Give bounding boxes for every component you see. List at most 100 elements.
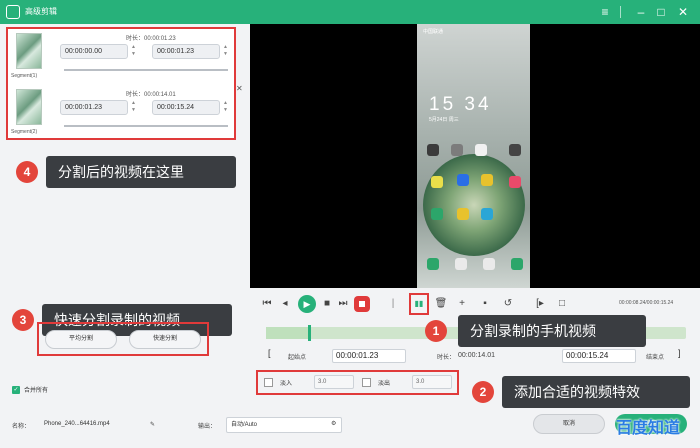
end-point-field[interactable]: 00:00:15.24 — [562, 349, 636, 363]
step-badge-1: 1 — [425, 320, 447, 342]
segment-end-field[interactable]: 00:00:01.23 — [152, 44, 220, 59]
window-title: 高级剪辑 — [25, 7, 57, 16]
segment-duration-value: 00:00:01.23 — [144, 36, 176, 42]
start-point-field[interactable]: 00:00:01.23 — [332, 349, 406, 363]
mark-out-icon[interactable]: □ — [555, 297, 569, 311]
fade-out-field[interactable]: 3.0 — [412, 375, 452, 389]
mark-in-icon[interactable]: [▸ — [533, 297, 547, 311]
output-label: 输出： — [198, 424, 217, 430]
segment-name: Segment(2) — [11, 129, 38, 135]
split-buttons-group: 平均分割 快速分割 — [37, 322, 209, 356]
app-icon — [457, 174, 469, 186]
quick-split-button[interactable]: 快速分割 — [129, 330, 201, 349]
fade-out-label: 淡出 — [378, 381, 391, 387]
segment-thumbnail — [16, 89, 42, 125]
end-point-label: 结束点 — [646, 355, 665, 361]
watermark-logo: 百度知道 — [616, 420, 681, 437]
segment-progress — [64, 125, 228, 127]
dock-app-icon — [483, 258, 495, 270]
video-preview[interactable]: 中国联通 15 34 5月24日 周三 — [250, 24, 700, 288]
fade-effects-group: 淡入 3.0 淡出 3.0 — [256, 370, 459, 395]
fade-in-label: 淡入 — [280, 381, 293, 387]
split-icon[interactable]: ▮▮ — [412, 297, 426, 311]
output-path-field[interactable]: 自动/Auto — [226, 417, 342, 433]
stop-icon[interactable]: ■ — [320, 297, 334, 311]
callout-4: 分割后的视频在这里 — [46, 156, 236, 188]
app-icon — [451, 144, 463, 156]
wallpaper-disc — [423, 154, 525, 256]
title-bar: 高级剪辑 ≡ – □ ✕ — [0, 0, 700, 24]
segment-progress — [64, 69, 228, 71]
segment-duration: 时长：00:00:01.23 — [126, 33, 176, 42]
callout-1: 分割录制的手机视频 — [458, 315, 646, 347]
close-icon[interactable]: ✕ — [674, 3, 692, 21]
dock-app-icon — [455, 258, 467, 270]
app-icon — [509, 144, 521, 156]
segment-start-field[interactable]: 00:00:01.23 — [60, 100, 128, 115]
maximize-icon[interactable]: □ — [652, 3, 670, 21]
segment-duration-label: 时长： — [126, 36, 145, 42]
checkbox-checked-icon[interactable]: ✓ — [12, 386, 20, 395]
spinner-arrows-icon[interactable]: ▲ ▼ — [221, 100, 230, 115]
merge-all-label: 合并所有 — [24, 388, 49, 394]
segment-item[interactable]: Segment(1) 时长：00:00:01.23 00:00:00.00 ▲ ▼… — [8, 29, 234, 83]
segment-name: Segment(1) — [11, 73, 38, 79]
segment-thumbnail — [16, 33, 42, 69]
app-icon — [475, 144, 487, 156]
step-badge-2: 2 — [472, 381, 494, 403]
phone-clock: 15 34 — [429, 94, 492, 115]
segment-duration-value: 00:00:14.01 — [144, 92, 176, 98]
file-name-value: Phone_240...64416.mp4 — [44, 421, 110, 427]
record-stop-button[interactable] — [354, 296, 370, 312]
cancel-button[interactable]: 取消 — [533, 414, 605, 434]
play-button[interactable]: ▶ — [298, 295, 316, 313]
phone-status-bar: 中国联通 — [423, 29, 444, 35]
undo-icon[interactable]: ↺ — [501, 297, 515, 311]
segment-item[interactable]: Segment(2) 时长：00:00:14.01 00:00:01.23 ▲ ▼… — [8, 85, 234, 139]
spinner-arrows-icon[interactable]: ▲ ▼ — [129, 44, 138, 59]
dock-app-icon — [427, 258, 439, 270]
range-duration-label: 时长： — [437, 355, 456, 361]
footer-bar: 名称： Phone_240...64416.mp4 ✎ 输出： 自动/Auto … — [0, 412, 700, 448]
fade-in-checkbox[interactable] — [264, 378, 273, 387]
start-point-label: 起始点 — [288, 355, 307, 361]
range-duration-value: 00:00:14.01 — [458, 352, 495, 359]
skip-start-icon[interactable]: ⏮ — [260, 297, 274, 311]
edit-name-icon[interactable]: ✎ — [150, 421, 155, 428]
step-badge-4: 4 — [16, 161, 38, 183]
timeline-played — [266, 327, 308, 339]
step-badge-3: 3 — [12, 309, 34, 331]
add-icon[interactable]: + — [455, 297, 469, 311]
app-icon — [509, 176, 521, 188]
delete-segment-icon[interactable]: ✕ — [236, 84, 243, 93]
set-start-icon[interactable]: [ — [268, 348, 271, 358]
app-logo-icon — [6, 5, 20, 19]
spinner-arrows-icon[interactable]: ▲ ▼ — [221, 44, 230, 59]
range-row: [ 起始点 00:00:01.23 时长： 00:00:14.01 00:00:… — [262, 348, 688, 364]
app-icon — [431, 176, 443, 188]
minimize-icon[interactable]: – — [632, 3, 650, 21]
app-icon — [457, 208, 469, 220]
copy-icon[interactable]: ▪ — [478, 297, 492, 311]
timeline-playhead[interactable] — [308, 325, 311, 341]
divider-icon: | — [391, 298, 395, 309]
delete-icon[interactable]: 🗑 — [434, 297, 448, 311]
segment-end-field[interactable]: 00:00:15.24 — [152, 100, 220, 115]
segment-start-field[interactable]: 00:00:00.00 — [60, 44, 128, 59]
segment-list: Segment(1) 时长：00:00:01.23 00:00:00.00 ▲ ▼… — [6, 27, 236, 140]
app-icon — [481, 174, 493, 186]
fade-out-checkbox[interactable] — [362, 378, 371, 387]
fade-in-field[interactable]: 3.0 — [314, 375, 354, 389]
segment-duration-label: 时长： — [126, 92, 145, 98]
step-back-icon[interactable]: ◂ — [278, 297, 292, 311]
app-icon — [427, 144, 439, 156]
browse-folder-icon[interactable]: ⚙ — [331, 420, 336, 427]
skip-end-icon[interactable]: ⏭ — [336, 297, 350, 311]
merge-all-option[interactable]: ✓ 合并所有 — [12, 385, 49, 395]
average-split-button[interactable]: 平均分割 — [45, 330, 117, 349]
segment-duration: 时长：00:00:14.01 — [126, 89, 176, 98]
app-icon — [481, 208, 493, 220]
menu-icon[interactable]: ≡ — [596, 3, 614, 21]
spinner-arrows-icon[interactable]: ▲ ▼ — [129, 100, 138, 115]
set-end-icon[interactable]: ] — [678, 348, 681, 358]
